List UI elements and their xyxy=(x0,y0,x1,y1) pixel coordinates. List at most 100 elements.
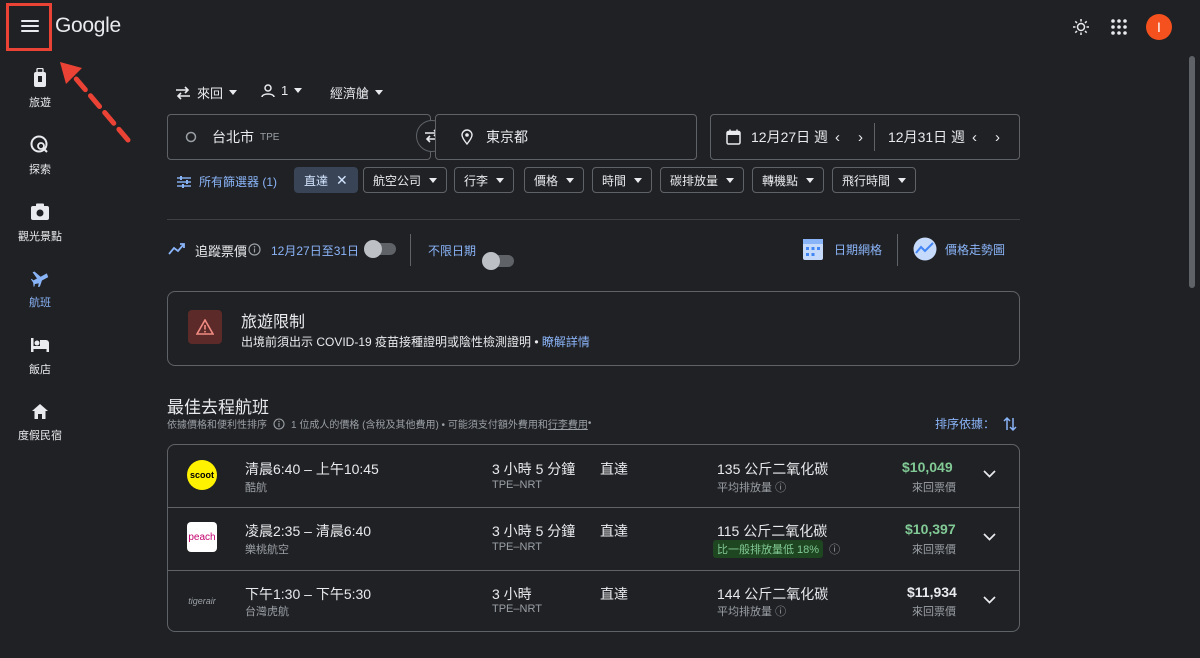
sidebar-item-label: 觀光景點 xyxy=(18,231,62,243)
results-title: 最佳去程航班 xyxy=(167,398,269,417)
flight-stops: 直達 xyxy=(600,586,628,602)
return-next-icon[interactable]: › xyxy=(995,129,1000,146)
page-scrollbar[interactable] xyxy=(1189,56,1195,288)
learn-more-link[interactable]: 瞭解詳情 xyxy=(542,335,590,349)
airline-name: 酷航 xyxy=(245,482,267,494)
filter-chip-emissions[interactable]: 碳排放量 xyxy=(660,167,745,193)
filter-chip-nonstop[interactable]: 直達 ✕ xyxy=(294,167,358,193)
depart-prev-icon[interactable]: ‹ xyxy=(835,129,840,146)
theme-toggle-icon[interactable] xyxy=(1072,18,1090,36)
price-graph-icon xyxy=(913,237,937,261)
destination-field[interactable]: 東京都 xyxy=(435,114,697,160)
filter-chip-airlines[interactable]: 航空公司 xyxy=(363,167,448,193)
date-range-field: 12月27日 週 ‹ › 12月31日 週 ‹ › xyxy=(710,114,1020,160)
chip-label: 飛行時間 xyxy=(842,173,891,188)
chip-label: 直達 xyxy=(304,173,329,188)
chevron-down-icon xyxy=(375,90,384,95)
sort-label: 排序依據： xyxy=(935,417,996,431)
depart-date[interactable]: 12月27日 週 xyxy=(751,127,829,147)
airline-name: 台灣虎航 xyxy=(245,606,289,618)
passengers-dropdown[interactable]: 1 xyxy=(261,83,303,98)
flight-icon xyxy=(31,271,49,287)
info-icon[interactable]: ⓘ xyxy=(775,606,786,618)
info-icon[interactable]: ⓘ xyxy=(775,482,786,494)
date-grid-button[interactable]: 日期網格 xyxy=(802,237,882,261)
destination-city: 東京都 xyxy=(486,129,528,145)
sidebar-item-hotels[interactable]: 飯店 xyxy=(0,333,80,377)
divider xyxy=(167,219,1020,220)
origin-field[interactable]: 台北市 TPE xyxy=(167,114,431,160)
bag-fees-link[interactable]: 行李費用 xyxy=(548,416,588,431)
sidebar-item-label: 飯店 xyxy=(29,364,51,376)
account-avatar[interactable]: I xyxy=(1146,14,1172,40)
filter-chip-bags[interactable]: 行李 xyxy=(454,167,515,193)
chevron-down-icon xyxy=(496,177,505,183)
alert-title: 旅遊限制 xyxy=(241,314,306,331)
emissions-note-text: 平均排放量 xyxy=(717,606,772,618)
track-prices-toggle[interactable] xyxy=(364,240,396,258)
camera-icon xyxy=(31,203,49,220)
date-grid-icon xyxy=(803,239,823,260)
chip-label: 轉機點 xyxy=(762,173,799,188)
price-graph-button[interactable]: 價格走勢圖 xyxy=(913,237,1005,261)
info-icon[interactable] xyxy=(248,243,261,256)
flight-price: $11,934 xyxy=(907,584,957,600)
trip-type-dropdown[interactable]: 來回 xyxy=(175,83,238,102)
apps-grid-icon[interactable] xyxy=(1111,19,1127,35)
flight-emissions: 144 公斤二氧化碳 xyxy=(717,586,829,602)
cabin-class-dropdown[interactable]: 經濟艙 xyxy=(330,83,384,102)
flight-duration: 3 小時 xyxy=(492,586,532,602)
filter-chip-connecting[interactable]: 轉機點 xyxy=(752,167,825,193)
chevron-down-icon xyxy=(566,177,575,183)
all-filters-label: 所有篩選器 (1) xyxy=(199,175,278,189)
chip-label: 行李 xyxy=(464,173,489,188)
sidebar-item-travel[interactable]: 旅遊 xyxy=(0,66,80,110)
sidebar-item-label: 航班 xyxy=(29,297,51,309)
trip-type-label: 來回 xyxy=(197,86,224,101)
emissions-note: 平均排放量 ⓘ xyxy=(717,479,786,495)
all-filters-button[interactable]: 所有篩選器 (1) xyxy=(177,173,277,190)
airline-logo-peach: peach xyxy=(187,522,217,552)
any-dates-toggle[interactable] xyxy=(482,252,514,270)
lower-emissions-badge: 比一般排放量低 18% xyxy=(713,540,824,558)
return-prev-icon[interactable]: ‹ xyxy=(972,129,977,146)
depart-next-icon[interactable]: › xyxy=(858,129,863,146)
filter-sliders-icon xyxy=(177,175,191,188)
divider xyxy=(410,234,411,266)
sidebar-item-label: 旅遊 xyxy=(29,97,51,109)
sidebar-item-label: 度假民宿 xyxy=(18,430,62,442)
google-logo[interactable]: Google xyxy=(55,14,121,38)
emissions-note: 比一般排放量低 18% ⓘ xyxy=(713,540,840,558)
sidebar-item-attractions[interactable]: 觀光景點 xyxy=(0,200,80,244)
expand-chevron-icon[interactable] xyxy=(983,596,996,604)
emissions-note-text: 平均排放量 xyxy=(717,482,772,494)
price-note: 來回票價 xyxy=(912,482,956,494)
flight-emissions: 135 公斤二氧化碳 xyxy=(717,461,829,477)
close-icon[interactable]: ✕ xyxy=(336,172,348,189)
emissions-note: 平均排放量 ⓘ xyxy=(717,603,786,619)
info-icon[interactable] xyxy=(273,417,285,430)
sidebar-item-explore[interactable]: 探索 xyxy=(0,133,80,177)
sort-by-button[interactable]: 排序依據： xyxy=(935,415,1017,432)
chevron-down-icon xyxy=(294,88,303,93)
info-icon[interactable]: ⓘ xyxy=(829,541,840,557)
flight-times: 下午1:30 – 下午5:30 xyxy=(245,586,372,602)
expand-chevron-icon[interactable] xyxy=(983,470,996,478)
flight-duration: 3 小時 5 分鐘 xyxy=(492,461,576,477)
calendar-icon xyxy=(726,129,741,145)
filter-chip-price[interactable]: 價格 xyxy=(524,167,585,193)
chip-label: 價格 xyxy=(534,173,559,188)
date-divider xyxy=(874,123,875,151)
trending-up-icon xyxy=(168,243,185,255)
sidebar-item-flights[interactable]: 航班 xyxy=(0,266,80,310)
person-icon xyxy=(261,83,275,97)
return-date[interactable]: 12月31日 週 xyxy=(888,127,966,147)
sidebar-item-vacation-rentals[interactable]: 度假民宿 xyxy=(0,399,80,443)
filter-chip-times[interactable]: 時間 xyxy=(592,167,653,193)
filter-chip-duration[interactable]: 飛行時間 xyxy=(832,167,917,193)
expand-chevron-icon[interactable] xyxy=(983,533,996,541)
top-bar: Google I xyxy=(0,0,1200,56)
flight-price: $10,397 xyxy=(905,521,956,537)
chevron-down-icon xyxy=(229,90,238,95)
hotel-icon xyxy=(31,338,49,352)
